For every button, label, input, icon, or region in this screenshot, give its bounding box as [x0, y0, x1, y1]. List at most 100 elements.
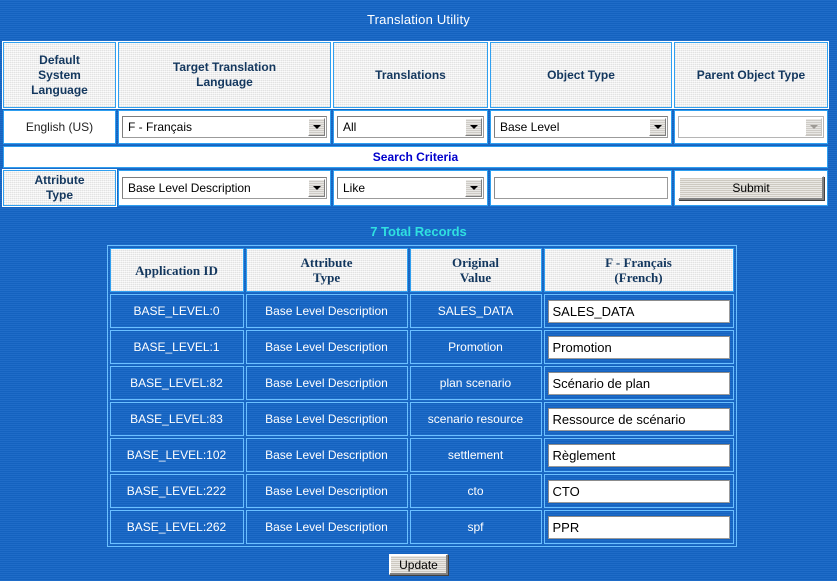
table-row: BASE_LEVEL:82 Base Level Description plan …	[109, 366, 734, 400]
search-input[interactable]	[494, 177, 668, 199]
cell-application-id: BASE_LEVEL:82	[109, 366, 244, 400]
chevron-down-icon[interactable]	[465, 118, 482, 136]
cell-application-id: BASE_LEVEL:262	[109, 510, 244, 544]
attribute-type-select[interactable]: Base Level Description	[122, 177, 327, 199]
header-line: Original	[452, 255, 499, 270]
select-value: F - Français	[128, 120, 193, 134]
cell-original-value: Promotion	[409, 330, 542, 364]
table-row: BASE_LEVEL:222 Base Level Description cto	[109, 474, 734, 508]
cell-application-id: BASE_LEVEL:0	[109, 294, 244, 328]
header-translations: Translations	[332, 41, 489, 109]
cell-attribute-type: Base Level Description	[118, 170, 331, 206]
header-line: Language	[196, 75, 253, 89]
cell-translation	[543, 366, 734, 400]
object-type-select[interactable]: Base Level	[494, 116, 668, 138]
chevron-down-icon[interactable]	[649, 118, 666, 136]
operator-select[interactable]: Like	[337, 177, 484, 199]
cell-attribute-type: Base Level Description	[245, 474, 408, 508]
cell-translations: All	[333, 110, 488, 144]
header-line: Parent Object Type	[696, 67, 806, 82]
table-row: BASE_LEVEL:1 Base Level Description Promot…	[109, 330, 734, 364]
table-row: BASE_LEVEL:0 Base Level Description SALES_…	[109, 294, 734, 328]
header-line: (French)	[614, 270, 663, 285]
column-header-attribute-type: Attribute Type	[245, 248, 408, 292]
default-system-language-value: English (US)	[25, 120, 94, 134]
header-line: Type	[45, 188, 74, 202]
cell-original-value: plan scenario	[409, 366, 542, 400]
translation-input[interactable]	[547, 299, 730, 323]
cell-attribute-type: Base Level Description	[245, 438, 408, 472]
cell-submit: Submit	[674, 170, 828, 206]
chevron-down-icon[interactable]	[308, 179, 325, 197]
update-row: Update	[107, 554, 731, 575]
cell-original-value: settlement	[409, 438, 542, 472]
chevron-down-icon[interactable]	[308, 118, 325, 136]
cell-operator: Like	[333, 170, 488, 206]
submit-button[interactable]: Submit	[678, 176, 824, 200]
header-line: Target Translation	[172, 60, 277, 74]
cell-attribute-type: Base Level Description	[245, 510, 408, 544]
results-container: Application ID Attribute Type Original V…	[106, 245, 737, 575]
translation-input[interactable]	[547, 371, 730, 395]
header-line: System	[38, 67, 81, 82]
cell-application-id: BASE_LEVEL:222	[109, 474, 244, 508]
chevron-down-icon[interactable]	[465, 179, 482, 197]
parent-object-type-select[interactable]	[678, 116, 824, 138]
page-title: Translation Utility	[366, 12, 470, 27]
cell-attribute-type: Base Level Description	[245, 366, 408, 400]
header-line: Attribute	[300, 255, 353, 270]
cell-object-type: Base Level	[490, 110, 672, 144]
cell-attribute-type: Base Level Description	[245, 294, 408, 328]
translations-select[interactable]: All	[337, 116, 484, 138]
header-line: Attribute	[34, 173, 85, 187]
cell-translation	[543, 402, 734, 436]
header-parent-object-type: Parent Object Type	[673, 41, 829, 109]
cell-original-value: cto	[409, 474, 542, 508]
cell-original-value: spf	[409, 510, 542, 544]
cell-translation	[543, 438, 734, 472]
header-line: Object Type	[547, 67, 615, 82]
cell-translation	[543, 510, 734, 544]
cell-application-id: BASE_LEVEL:1	[109, 330, 244, 364]
cell-target-translation-language: F - Français	[118, 110, 331, 144]
header-object-type: Object Type	[489, 41, 673, 109]
header-line: F - Français	[605, 255, 672, 270]
header-line: Language	[31, 82, 88, 97]
search-criteria-row: Attribute Type Base Level Description Li…	[2, 169, 828, 207]
select-value: Base Level Description	[128, 181, 251, 195]
column-header-translation: F - Français (French)	[543, 248, 734, 292]
cell-attribute-type: Base Level Description	[245, 330, 408, 364]
translation-input[interactable]	[547, 515, 730, 539]
select-value: Base Level	[500, 120, 560, 134]
target-translation-language-select[interactable]: F - Français	[122, 116, 327, 138]
attribute-type-label: Attribute Type	[2, 169, 117, 207]
header-line: Application ID	[135, 262, 218, 278]
select-value: Like	[343, 181, 366, 195]
header-target-translation-language: Target Translation Language	[117, 41, 332, 109]
criteria-header-row: Default System Language Target Translati…	[2, 41, 829, 109]
cell-original-value: scenario resource	[409, 402, 542, 436]
criteria-table: Default System Language Target Translati…	[1, 40, 830, 208]
search-criteria-banner: Search Criteria	[3, 146, 828, 168]
cell-attribute-type: Base Level Description	[245, 402, 408, 436]
translation-input[interactable]	[547, 335, 730, 359]
results-body: BASE_LEVEL:0 Base Level Description SALES_…	[109, 294, 734, 544]
chevron-down-icon	[805, 118, 822, 136]
translation-input[interactable]	[547, 443, 730, 467]
total-records-label: 7 Total Records	[370, 224, 467, 239]
translation-input[interactable]	[547, 479, 730, 503]
cell-translation	[543, 474, 734, 508]
cell-original-value: SALES_DATA	[409, 294, 542, 328]
column-header-original-value: Original Value	[409, 248, 542, 292]
update-button[interactable]: Update	[389, 554, 448, 575]
table-row: BASE_LEVEL:262 Base Level Description spf	[109, 510, 734, 544]
cell-translation	[543, 294, 734, 328]
header-default-system-language: Default System Language	[2, 41, 117, 109]
results-header-row: Application ID Attribute Type Original V…	[109, 248, 734, 292]
table-row: BASE_LEVEL:102 Base Level Description sett…	[109, 438, 734, 472]
translation-input[interactable]	[547, 407, 730, 431]
header-line: Type	[312, 270, 341, 285]
cell-application-id: BASE_LEVEL:83	[109, 402, 244, 436]
search-criteria-banner-row: Search Criteria	[3, 146, 828, 168]
results-table: Application ID Attribute Type Original V…	[106, 245, 737, 547]
